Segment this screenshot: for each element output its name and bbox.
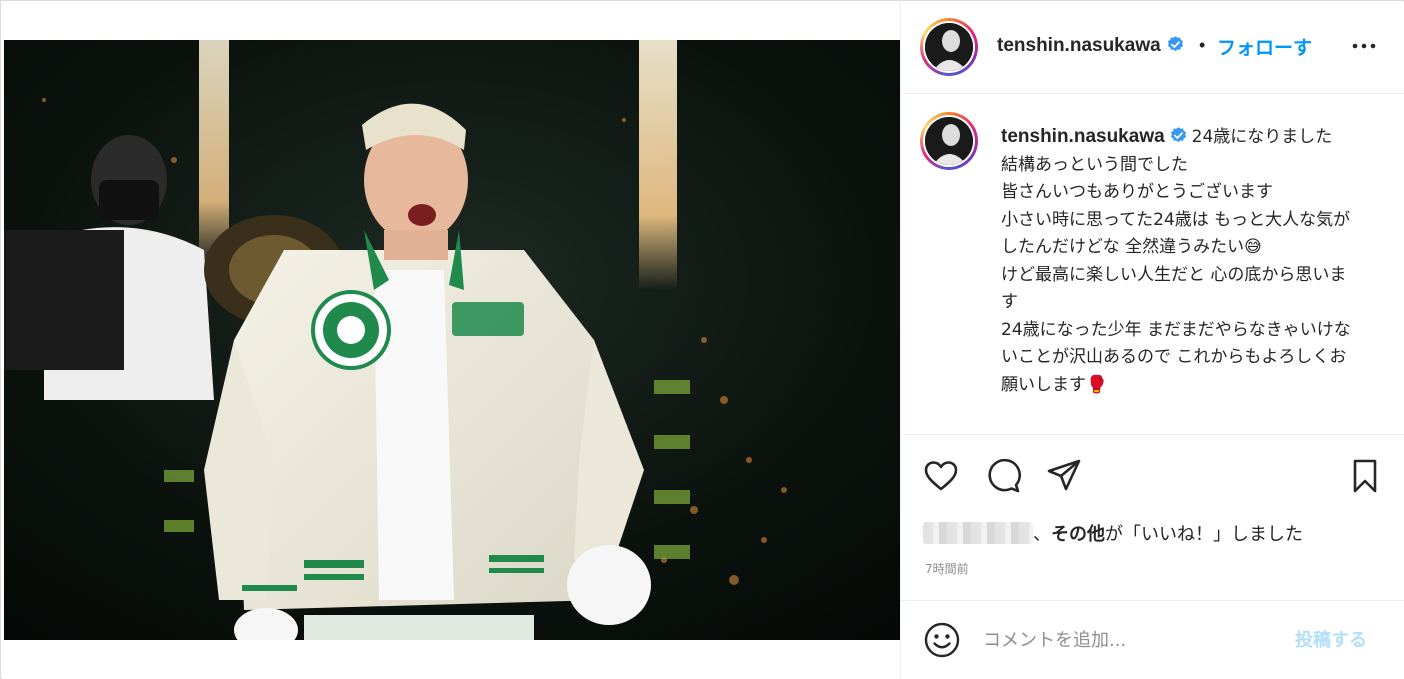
post-comment-button[interactable]: 投稿する — [1295, 626, 1367, 652]
instagram-post-modal: tenshin.nasukawa • フォローす tenshin.nasukaw… — [0, 0, 1404, 679]
post-actions: 、その他が「いいね！」しました 7時間前 — [901, 436, 1404, 601]
avatar[interactable] — [920, 18, 978, 76]
caption-verified-badge-icon — [1170, 127, 1186, 143]
caption-line-6: 24歳になった少年 まだまだやらなきゃいけないことが沢山あるので これからもよろ… — [1001, 319, 1351, 395]
caption-username[interactable]: tenshin.nasukawa — [1001, 126, 1165, 147]
header-username-row: tenshin.nasukawa — [997, 35, 1185, 57]
comment-icon[interactable] — [985, 458, 1021, 494]
header-username[interactable]: tenshin.nasukawa — [997, 35, 1161, 56]
likes-separator: 、 — [1033, 524, 1051, 545]
caption-avatar-image — [925, 117, 973, 165]
comment-bar: 投稿する — [901, 602, 1404, 679]
post-media-panel — [2, 2, 900, 679]
caption-line: tenshin.nasukawa 24歳になりました — [1001, 123, 1353, 152]
post-header: tenshin.nasukawa • フォローす — [901, 2, 1404, 94]
liker-names-blurred — [923, 522, 1033, 544]
likes-others-link[interactable]: その他 — [1051, 524, 1105, 545]
caption-line-5: けど最高に楽しい人生だと 心の底から思います — [1001, 264, 1347, 313]
caption-avatar[interactable] — [920, 112, 978, 170]
caption-section: tenshin.nasukawa 24歳になりました 結構あっという間でした 皆さ… — [901, 95, 1404, 435]
header-separator: • — [1199, 35, 1206, 55]
post-side-panel: tenshin.nasukawa • フォローす tenshin.nasukaw… — [900, 2, 1404, 679]
post-timestamp[interactable]: 7時間前 — [925, 560, 969, 577]
caption-line-1: 24歳になりました — [1191, 127, 1333, 147]
heart-icon[interactable] — [923, 458, 959, 494]
caption-line-3: 皆さんいつもありがとうございます — [1001, 182, 1273, 202]
photo-illustration — [4, 40, 900, 640]
post-photo[interactable] — [4, 40, 900, 640]
caption-avatar-border — [923, 115, 975, 167]
likes-text: が「いいね！」しました — [1105, 524, 1303, 545]
share-icon[interactable] — [1046, 458, 1082, 494]
more-horizontal-icon[interactable] — [1351, 36, 1377, 56]
verified-badge-icon — [1167, 36, 1183, 52]
avatar-image — [925, 23, 973, 71]
avatar-border — [923, 21, 975, 73]
bookmark-icon[interactable] — [1347, 458, 1383, 494]
caption-text: tenshin.nasukawa 24歳になりました 結構あっという間でした 皆さ… — [1001, 123, 1353, 399]
caption-line-2: 結構あっという間でした — [1001, 154, 1188, 175]
likes-summary: 、その他が「いいね！」しました — [923, 520, 1303, 546]
follow-button[interactable]: フォローす — [1217, 33, 1325, 60]
avatar-photo — [925, 23, 973, 71]
smiley-icon[interactable] — [923, 621, 961, 659]
comment-input[interactable] — [983, 626, 1273, 654]
caption-line-4: 小さい時に思ってた24歳は もっと大人な気がしたんだけどな 全然違うみたい😅 — [1001, 209, 1351, 258]
caption-avatar-photo — [925, 117, 973, 165]
